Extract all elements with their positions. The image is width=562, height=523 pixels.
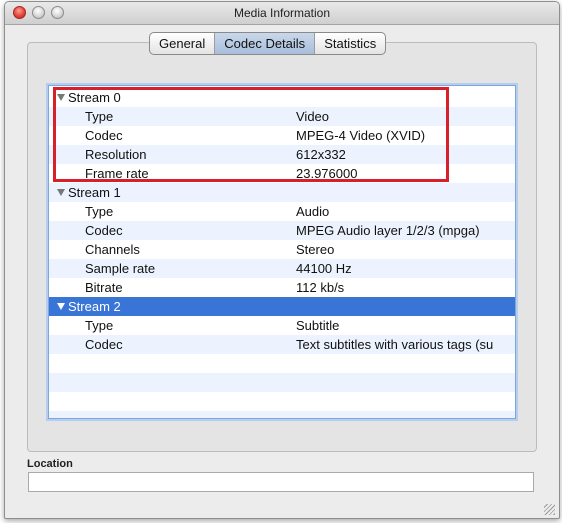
property-value: 44100 Hz — [296, 261, 352, 276]
disclosure-triangle-icon[interactable] — [57, 189, 65, 196]
property-row[interactable]: Codec Text subtitles with various tags (… — [49, 335, 515, 354]
property-key: Type — [85, 204, 114, 219]
annotation-highlight-box — [53, 87, 449, 182]
stream-row-2[interactable]: Stream 2 — [49, 297, 515, 316]
property-row[interactable]: Type Subtitle — [49, 316, 515, 335]
empty-row — [49, 354, 515, 373]
property-key: Bitrate — [85, 280, 123, 295]
property-value: Audio — [296, 204, 330, 219]
property-key: Sample rate — [85, 261, 156, 276]
location-label: Location — [27, 458, 73, 470]
stream-label: Stream 1 — [68, 185, 121, 200]
property-row[interactable]: Channels Stereo — [49, 240, 515, 259]
property-row[interactable]: Codec MPEG Audio layer 1/2/3 (mpga) — [49, 221, 515, 240]
tab-statistics[interactable]: Statistics — [315, 33, 385, 54]
tab-general[interactable]: General — [150, 33, 216, 54]
empty-row — [49, 392, 515, 411]
empty-row — [49, 411, 515, 418]
property-value: Subtitle — [296, 318, 340, 333]
stream-label: Stream 2 — [68, 299, 121, 314]
empty-row — [49, 373, 515, 392]
property-key: Channels — [85, 242, 140, 257]
property-key: Codec — [85, 337, 123, 352]
property-value: Stereo — [296, 242, 335, 257]
resize-grip-icon[interactable] — [544, 504, 555, 515]
stream-row-1[interactable]: Stream 1 — [49, 183, 515, 202]
window-title: Media Information — [233, 6, 331, 20]
property-row[interactable]: Sample rate 44100 Hz — [49, 259, 515, 278]
location-field[interactable] — [28, 472, 534, 492]
property-row[interactable]: Type Audio — [49, 202, 515, 221]
disclosure-triangle-icon[interactable] — [57, 303, 65, 310]
property-key: Type — [85, 318, 114, 333]
property-key: Codec — [85, 223, 123, 238]
property-value: 112 kb/s — [296, 280, 345, 295]
media-information-window: Media Information General Codec Details … — [4, 1, 560, 519]
property-value: MPEG Audio layer 1/2/3 (mpga) — [296, 223, 480, 238]
property-row[interactable]: Bitrate 112 kb/s — [49, 278, 515, 297]
tab-codec-details[interactable]: Codec Details — [215, 33, 316, 54]
property-value: Text subtitles with various tags (su — [296, 337, 494, 352]
title-bar[interactable]: Media Information — [5, 2, 559, 25]
tab-bar: General Codec Details Statistics — [149, 32, 387, 55]
